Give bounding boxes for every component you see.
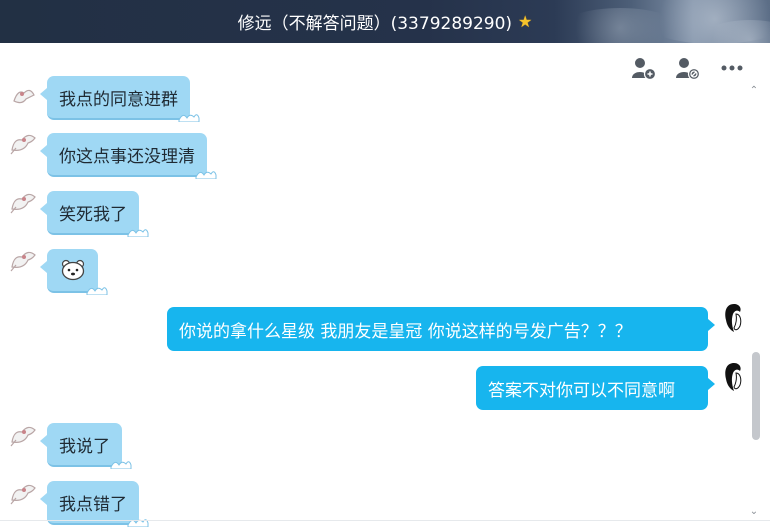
- bubble-wave-decoration: [86, 287, 108, 295]
- bubble-wave-decoration: [110, 461, 132, 469]
- message-text: 你这点事还没理清: [59, 146, 195, 167]
- message-bubble[interactable]: 答案不对你可以不同意啊: [476, 366, 715, 410]
- remove-member-button[interactable]: [672, 52, 704, 84]
- star-icon: ★: [518, 12, 533, 31]
- avatar[interactable]: [722, 361, 746, 393]
- avatar[interactable]: [8, 247, 38, 273]
- bubble-wave-decoration: [127, 229, 149, 237]
- avatar[interactable]: [722, 302, 746, 334]
- bubble-wave-decoration: [178, 114, 200, 122]
- chat-toolbar: [628, 52, 748, 84]
- bubble-wave-decoration: [127, 519, 149, 527]
- message-bubble[interactable]: [40, 249, 108, 295]
- message-text: 我点错了: [59, 494, 127, 515]
- window-title: 修远（不解答问题）(3379289290): [237, 14, 513, 34]
- message-bubble[interactable]: 笑死我了: [40, 191, 149, 237]
- message-bubble[interactable]: 我点的同意进群: [40, 76, 200, 122]
- message-bubble[interactable]: 你这点事还没理清: [40, 133, 217, 179]
- message-bubble[interactable]: 我点错了: [40, 481, 149, 527]
- avatar[interactable]: [8, 189, 38, 215]
- avatar[interactable]: [8, 130, 38, 156]
- avatar[interactable]: [8, 480, 38, 506]
- title-bar: 修远（不解答问题）(3379289290) ★: [0, 0, 770, 43]
- scroll-down-arrow[interactable]: ⌄: [748, 507, 760, 517]
- message-text: 笑死我了: [59, 204, 127, 225]
- scrollbar[interactable]: [752, 100, 760, 505]
- message-text: 答案不对你可以不同意啊: [488, 380, 675, 401]
- message-text: 我说了: [59, 436, 110, 457]
- more-dots-icon: [721, 65, 743, 71]
- message-text: 我点的同意进群: [59, 89, 178, 110]
- polar-bear-emoji-icon: [61, 259, 84, 281]
- message-text: 你说的拿什么星级 我朋友是皇冠 你说这样的号发广告？？？: [179, 321, 632, 342]
- more-button[interactable]: [716, 52, 748, 84]
- scrollbar-thumb[interactable]: [752, 352, 760, 440]
- person-block-icon: [676, 58, 701, 80]
- message-bubble[interactable]: 你说的拿什么星级 我朋友是皇冠 你说这样的号发广告？？？: [167, 307, 715, 351]
- add-member-button[interactable]: [628, 52, 660, 84]
- message-bubble[interactable]: 我说了: [40, 423, 132, 469]
- scroll-up-arrow[interactable]: ⌃: [748, 86, 760, 96]
- bubble-wave-decoration: [195, 171, 217, 179]
- divider: [0, 520, 770, 521]
- person-add-icon: [632, 58, 657, 80]
- avatar[interactable]: [8, 83, 38, 109]
- avatar[interactable]: [8, 422, 38, 448]
